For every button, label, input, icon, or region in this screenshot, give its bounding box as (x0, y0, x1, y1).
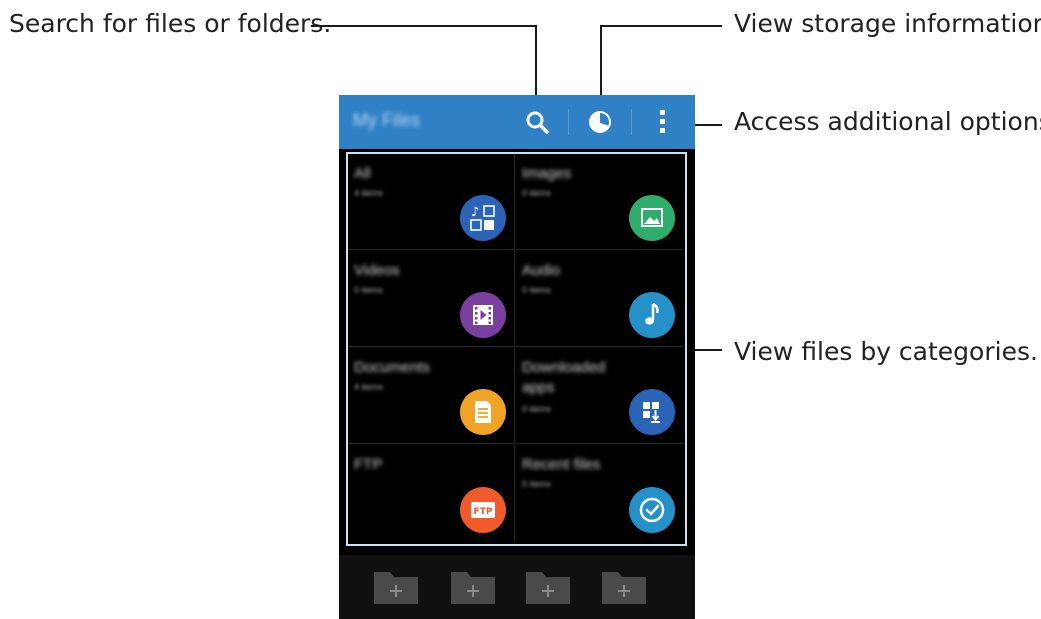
category-images[interactable]: Images 0 items (516, 154, 683, 250)
shortcut-bar (339, 555, 695, 619)
leader-line-search-v (535, 25, 537, 105)
leader-line-storage-h (600, 25, 722, 27)
callout-options: Access additional options. (734, 107, 1041, 136)
category-label: Downloaded apps (522, 359, 606, 396)
callout-categories: View files by categories. (734, 337, 1038, 366)
category-audio[interactable]: Audio 0 items (516, 251, 683, 347)
more-options-icon[interactable] (647, 106, 679, 138)
leader-line-storage-v (600, 25, 602, 105)
app-title: My Files (353, 110, 420, 130)
category-ftp[interactable]: FTP FTP (348, 445, 515, 541)
category-count: 0 items (354, 285, 384, 295)
action-bar-separator (631, 109, 632, 135)
all-files-icon: ♪ (460, 195, 506, 241)
category-count: 0 items (522, 285, 552, 295)
add-shortcut-folder-icon[interactable] (600, 568, 648, 606)
search-icon[interactable] (521, 106, 553, 138)
add-shortcut-folder-icon[interactable] (449, 568, 497, 606)
add-shortcut-folder-icon[interactable] (524, 568, 572, 606)
category-count: 4 items (354, 188, 384, 198)
callout-search: Search for files or folders. (9, 9, 332, 38)
category-label: Recent files (522, 456, 601, 473)
leader-line-search-h (311, 25, 537, 27)
video-icon (460, 292, 506, 338)
document-icon (460, 389, 506, 435)
category-count: 0 items (522, 404, 552, 414)
category-label: Audio (522, 262, 561, 279)
category-label: All (354, 165, 371, 182)
add-shortcut-folder-icon[interactable] (372, 568, 420, 606)
svg-text:♪: ♪ (471, 205, 479, 220)
category-count: 0 items (522, 188, 552, 198)
music-note-icon (629, 292, 675, 338)
action-bar: My Files (339, 95, 695, 149)
category-label: Documents (354, 359, 430, 376)
clock-icon (629, 487, 675, 533)
callout-storage: View storage information. (734, 9, 1041, 38)
storage-pie-icon[interactable] (584, 106, 616, 138)
action-bar-separator (568, 109, 569, 135)
category-label: FTP (354, 456, 383, 473)
category-all[interactable]: All 4 items ♪ (348, 154, 515, 250)
category-label: Videos (354, 262, 400, 279)
category-count: 0 items (522, 479, 552, 489)
category-grid: All 4 items ♪ Images 0 items Videos 0 it… (346, 152, 687, 546)
category-label: Images (522, 165, 572, 182)
phone-screen: My Files All 4 items ♪ Images 0 items Vi… (339, 95, 695, 619)
download-apps-icon (629, 389, 675, 435)
ftp-badge-text: FTP (474, 507, 493, 517)
category-videos[interactable]: Videos 0 items (348, 251, 515, 347)
category-documents[interactable]: Documents 4 items (348, 348, 515, 444)
category-count: 4 items (354, 382, 384, 392)
ftp-icon: FTP (460, 487, 506, 533)
category-downloaded-apps[interactable]: Downloaded apps 0 items (516, 348, 683, 444)
category-recent-files[interactable]: Recent files 0 items (516, 445, 683, 541)
image-icon (629, 195, 675, 241)
